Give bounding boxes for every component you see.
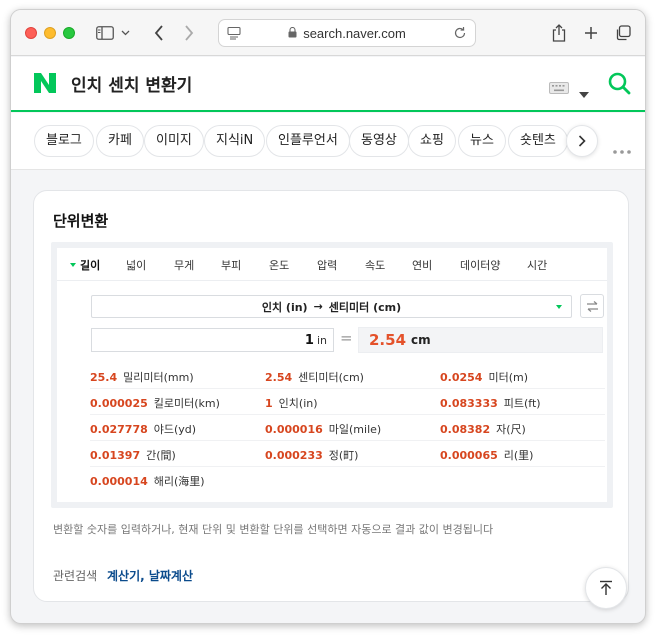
minimize-window-button[interactable]: [44, 27, 56, 39]
caret-down-icon: [556, 305, 562, 309]
swap-icon: [586, 300, 598, 312]
tab-shortents[interactable]: 숏텐츠: [508, 125, 568, 157]
page-menu-icon[interactable]: [227, 26, 241, 43]
chevron-down-icon[interactable]: [118, 22, 132, 44]
value-input[interactable]: 1 in: [91, 328, 334, 352]
sidebar-icon[interactable]: [94, 22, 116, 44]
related-links[interactable]: 계산기, 날짜계산: [107, 569, 193, 583]
tab-video[interactable]: 동영상: [349, 125, 409, 157]
unit-tab-data[interactable]: 데이터양: [460, 257, 500, 273]
result-item: 0.0254 미터(m): [440, 371, 528, 384]
chevron-right-icon: [578, 135, 586, 147]
input-value: 1: [304, 332, 314, 348]
tab-kin[interactable]: 지식iN: [204, 125, 266, 157]
divider: [90, 388, 605, 389]
browser-toolbar: search.naver.com: [11, 10, 645, 56]
result-value: 2.54: [369, 331, 407, 349]
caret-down-icon[interactable]: [579, 83, 589, 102]
search-header: 인치 센치 변환기: [11, 57, 645, 112]
scroll-top-button[interactable]: [585, 567, 627, 609]
result-item: 2.54 센티미터(cm): [265, 371, 364, 384]
more-icon[interactable]: [613, 139, 631, 158]
divider: [90, 440, 605, 441]
unit-tab-area[interactable]: 넓이: [126, 257, 146, 273]
result-item: 0.000016 마일(mile): [265, 423, 382, 436]
address-bar[interactable]: search.naver.com: [218, 19, 476, 47]
divider: [90, 466, 605, 467]
result-item: 0.08382 자(尺): [440, 423, 526, 436]
search-icon[interactable]: [607, 71, 631, 99]
unit-pair-select[interactable]: 인치 (in) → 센티미터 (cm): [91, 295, 572, 318]
search-tabs: 블로그 카페 이미지 지식iN 인플루언서 동영상 쇼핑 뉴스 숏텐츠: [11, 113, 645, 170]
keyboard-icon[interactable]: [549, 79, 569, 98]
input-unit: in: [316, 333, 327, 347]
related-searches: 관련검색 계산기, 날짜계산: [53, 567, 193, 584]
unit-tab-pressure[interactable]: 압력: [317, 257, 337, 273]
result-item: 0.01397 간(間): [90, 449, 176, 462]
unit-tab-fuel[interactable]: 연비: [412, 257, 432, 273]
tab-overview-icon[interactable]: [612, 22, 634, 44]
converter-description: 변환할 숫자를 입력하거나, 현재 단위 및 변환할 단위를 선택하면 자동으로…: [53, 523, 494, 536]
arrow-right-icon: →: [313, 300, 323, 313]
search-query[interactable]: 인치 센치 변환기: [71, 71, 192, 96]
tab-image[interactable]: 이미지: [144, 125, 204, 157]
related-label: 관련검색: [53, 569, 98, 583]
browser-window: search.naver.com 인치 센치 변환기 블로그 카페 이미지 지식…: [10, 9, 646, 624]
tab-cafe[interactable]: 카페: [96, 125, 144, 157]
unit-tab-weight[interactable]: 무게: [174, 257, 194, 273]
result-item: 0.000233 정(町): [265, 449, 359, 462]
unit-tab-length[interactable]: 길이: [70, 257, 100, 273]
result-item: 0.000025 킬로미터(km): [90, 397, 220, 410]
close-window-button[interactable]: [25, 27, 37, 39]
unit-tab-speed[interactable]: 속도: [365, 257, 385, 273]
result-unit: cm: [411, 333, 431, 347]
reload-icon[interactable]: [453, 26, 467, 43]
tab-shopping[interactable]: 쇼핑: [408, 125, 456, 157]
naver-logo-icon[interactable]: [33, 72, 57, 98]
divider: [90, 414, 605, 415]
unit-category-tabs: 길이 넓이 무게 부피 온도 압력 속도 연비 데이터양 시간: [57, 248, 607, 281]
from-unit: 인치 (in): [261, 300, 308, 314]
result-item: 0.027778 야드(yd): [90, 423, 197, 436]
share-icon[interactable]: [548, 22, 570, 44]
url-text: search.naver.com: [303, 25, 406, 41]
tab-news[interactable]: 뉴스: [458, 125, 506, 157]
new-tab-icon[interactable]: [580, 22, 602, 44]
unit-tab-temperature[interactable]: 온도: [269, 257, 289, 273]
tab-blog[interactable]: 블로그: [34, 125, 94, 157]
unit-tab-time[interactable]: 시간: [527, 257, 547, 273]
arrow-up-icon: [600, 580, 612, 595]
equals-sign: =: [340, 329, 353, 347]
unit-tab-volume[interactable]: 부피: [221, 257, 241, 273]
result-item: 1 인치(in): [265, 397, 318, 410]
forward-icon[interactable]: [178, 22, 200, 44]
result-item: 0.000065 리(里): [440, 449, 534, 462]
card-title: 단위변환: [53, 212, 109, 230]
unit-converter-card: 단위변환 길이 넓이 무게 부피 온도 압력 속도 연비 데이터양 시간 인치 …: [33, 190, 629, 602]
to-unit: 센티미터 (cm): [328, 300, 402, 314]
tabs-next-button[interactable]: [566, 125, 598, 157]
result-item: 25.4 밀리미터(mm): [90, 371, 194, 384]
converter-box: 길이 넓이 무게 부피 온도 압력 속도 연비 데이터양 시간 인치 (in) …: [51, 242, 613, 508]
converter-inner: 길이 넓이 무게 부피 온도 압력 속도 연비 데이터양 시간 인치 (in) …: [57, 248, 607, 502]
back-icon[interactable]: [148, 22, 170, 44]
result-display: 2.54 cm: [358, 327, 603, 353]
swap-units-button[interactable]: [580, 294, 604, 318]
tab-influencer[interactable]: 인플루언서: [266, 125, 350, 157]
result-item: 0.000014 해리(海里): [90, 475, 205, 488]
lock-icon: [288, 26, 297, 41]
zoom-window-button[interactable]: [63, 27, 75, 39]
result-item: 0.083333 피트(ft): [440, 397, 541, 410]
